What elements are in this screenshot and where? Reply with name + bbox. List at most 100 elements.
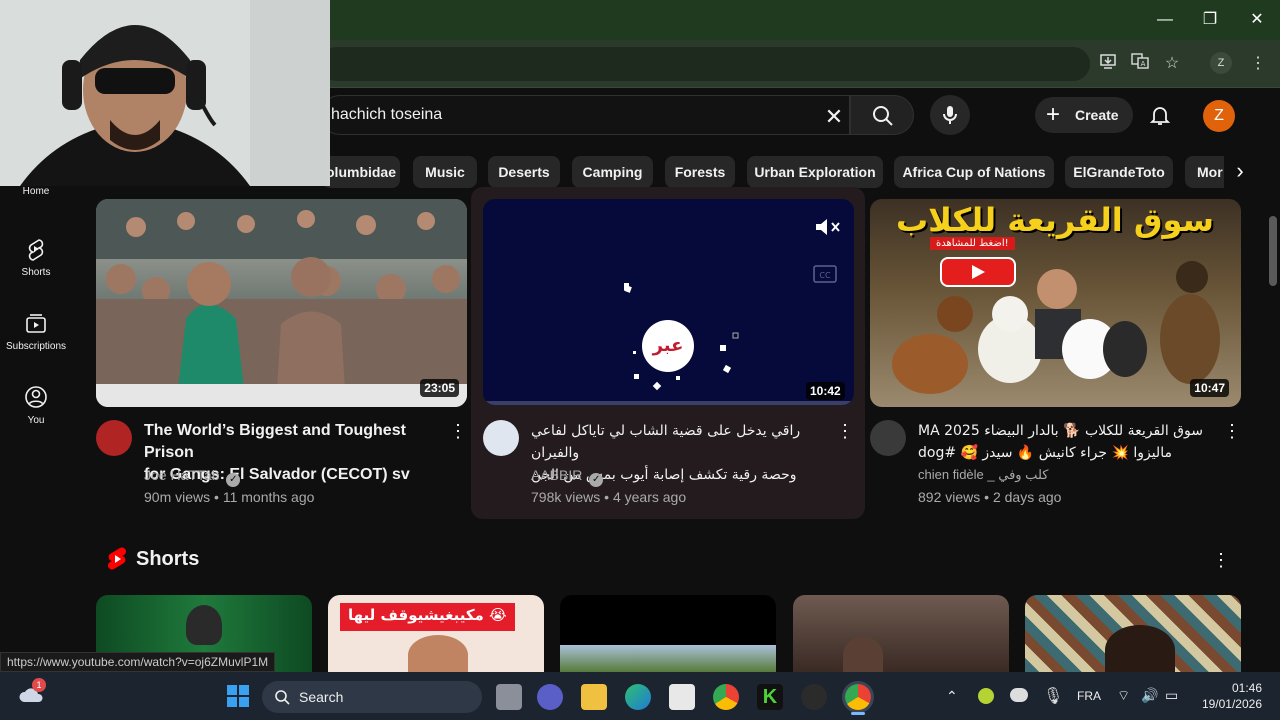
shorts-more-options-icon[interactable]: ⋮ [1209,548,1233,572]
svg-text:CC: CC [819,271,831,280]
captions-icon[interactable]: CC [813,265,837,283]
tray-app-icon[interactable] [978,688,994,704]
notifications-bell-icon[interactable] [1148,103,1172,127]
webcam-overlay [0,0,330,186]
search-icon [275,690,290,705]
video-duration: 23:05 [420,379,459,397]
short-person [843,637,883,672]
clear-search-icon[interactable]: ✕ [822,104,846,130]
account-avatar[interactable]: Z [1203,100,1235,132]
wifi-icon[interactable]: ⌔ [1117,687,1130,705]
verified-icon: ✓ [226,473,241,487]
video-preview-player[interactable]: CC عبر [483,199,854,405]
kick-app-icon[interactable]: K [757,684,783,710]
sidebar-item-you[interactable]: You [0,385,72,426]
chip-deserts[interactable]: Deserts [488,156,560,188]
chrome-icon[interactable] [713,684,739,710]
chrome-active-icon[interactable] [845,684,871,710]
chip-forests[interactable]: Forests [665,156,735,188]
verified-icon: ✓ [589,473,604,487]
chip-music[interactable]: Music [413,156,477,188]
active-app-indicator [851,712,865,715]
short-thumbnail[interactable] [560,595,776,672]
video-thumbnail[interactable]: سوق القريعة للكلاب اضغط للمشاهدة! 10:47 [870,199,1241,407]
preview-progress-track [483,401,854,405]
tray-microphone-icon[interactable]: 🎙 [1043,686,1063,706]
more-options-icon[interactable]: ⋮ [1220,419,1244,443]
link-status-bar: https://www.youtube.com/watch?v=oj6ZMuvl… [0,652,276,672]
channel-avatar[interactable] [96,420,132,456]
video-duration: 10:42 [806,382,845,400]
sidebar-item-label: Home [22,186,50,197]
windows-start-button[interactable] [226,684,250,708]
more-options-icon[interactable]: ⋮ [446,419,470,443]
channel-avatar[interactable] [870,420,906,456]
webcam-person-image [0,0,330,186]
channel-name[interactable]: Joe HaTTab ✓ [144,464,241,487]
video-duration: 10:47 [1190,379,1229,397]
mute-icon[interactable] [813,215,843,239]
install-app-icon[interactable] [1096,52,1120,76]
channel-name[interactable]: AABBIR ✓ [531,464,604,487]
taskbar-clock[interactable]: 01:46 19/01/2026 [1190,680,1262,712]
short-person [1105,625,1175,672]
close-window-button[interactable]: ✕ [1242,8,1272,32]
language-indicator[interactable]: FRA [1077,689,1101,703]
channel-avatar[interactable] [483,420,519,456]
short-thumbnail[interactable] [793,595,1009,672]
sidebar-item-label: Subscriptions [5,341,67,352]
short-thumbnail[interactable]: مكيبغيشيوقف ليها 😭 [328,595,544,672]
video-thumbnail[interactable]: 23:05 [96,199,467,407]
chip-camping[interactable]: Camping [572,156,653,188]
browser-menu-icon[interactable]: ⋮ [1246,52,1270,76]
chip-columbidae[interactable]: olumbidae [322,156,400,188]
prison-thumbnail-image [96,199,467,407]
bookmark-star-icon[interactable]: ☆ [1160,52,1184,76]
short-face [408,635,468,672]
scrollbar-thumb[interactable] [1269,216,1277,286]
search-icon [873,106,893,126]
volume-icon[interactable]: 🔊 [1141,687,1158,704]
address-bar[interactable] [320,47,1090,81]
onedrive-cloud-icon[interactable] [1010,688,1028,702]
sidebar-item-label: You [27,415,45,426]
battery-icon[interactable]: ▭ [1165,687,1178,704]
task-view-icon[interactable] [496,684,522,710]
windows-logo-icon [227,685,249,707]
video-stats: 798k views • 4 years ago [531,489,687,505]
chip-elgrandetoto[interactable]: ElGrandeToto [1065,156,1173,188]
chevron-right-icon[interactable]: › [1224,156,1256,188]
short-person-silhouette [186,605,222,645]
more-options-icon[interactable]: ⋮ [833,419,857,443]
weather-widget[interactable]: 1 [18,678,46,706]
channel-logo-circle: عبر [642,320,694,372]
microsoft-store-icon[interactable] [669,684,695,710]
restore-button[interactable]: ❐ [1195,8,1225,32]
subscriptions-icon [26,314,46,333]
page-scrollbar[interactable] [1266,96,1280,672]
search-button[interactable] [850,95,914,135]
sidebar-item-home[interactable]: Home [0,186,72,197]
sidebar-item-shorts[interactable]: Shorts [0,237,72,278]
browser-profile-button[interactable]: Z [1210,52,1232,74]
voice-search-button[interactable] [930,95,970,135]
chip-urban-exploration[interactable]: Urban Exploration [747,156,883,188]
chip-africa-cup[interactable]: Africa Cup of Nations [894,156,1054,188]
floating-squares [624,283,739,391]
obs-studio-icon[interactable] [801,684,827,710]
minimize-button[interactable]: — [1150,8,1180,32]
video-title[interactable]: سوق القريعة للكلاب 🐕 بالدار البيضاء MA 2… [918,420,1218,464]
sidebar-item-subscriptions[interactable]: Subscriptions [0,311,72,352]
short-caption: مكيبغيشيوقف ليها 😭 [340,603,515,631]
teams-icon[interactable] [537,684,563,710]
video-stats: 892 views • 2 days ago [918,489,1062,505]
translate-icon[interactable]: A [1128,52,1152,76]
file-explorer-icon[interactable] [581,684,607,710]
show-hidden-icons-chevron-icon[interactable]: ⌃ [946,688,958,705]
plus-icon: + [1046,101,1061,128]
shorts-logo-icon [107,547,127,570]
taskbar-search-box[interactable]: Search [262,681,482,713]
channel-name[interactable]: chien fidèle _ كلب وفي [918,464,1048,486]
edge-browser-icon[interactable] [625,684,651,710]
short-thumbnail[interactable] [1025,595,1241,672]
